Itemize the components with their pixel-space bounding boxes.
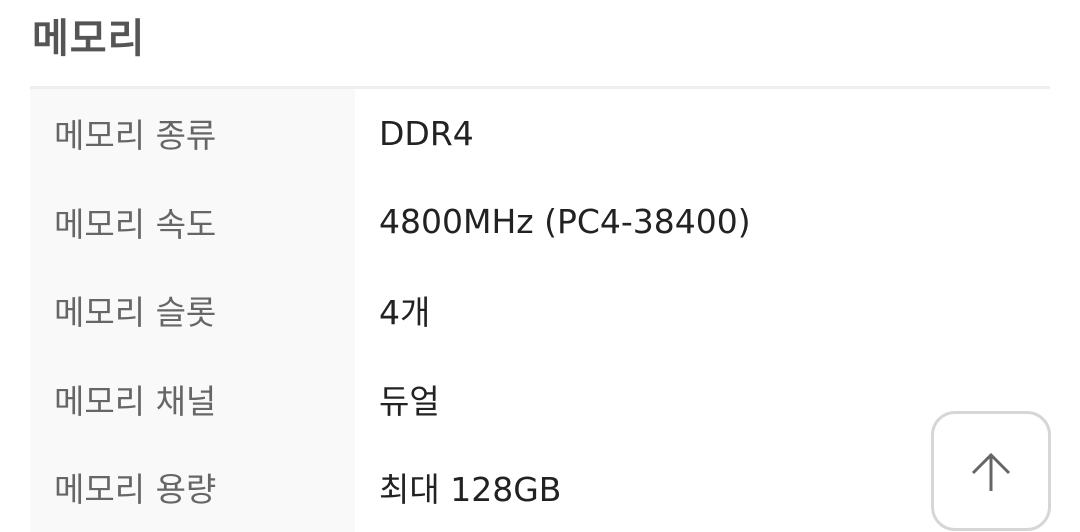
row-label: 메모리 슬롯	[30, 266, 355, 355]
row-label: 메모리 용량	[30, 443, 355, 532]
section-title: 메모리	[32, 16, 146, 62]
row-label: 메모리 종류	[30, 89, 355, 178]
scroll-to-top-button[interactable]	[931, 411, 1051, 531]
table-row: 메모리 속도 4800MHz (PC4-38400)	[30, 177, 1050, 266]
row-value: 4800MHz (PC4-38400)	[379, 202, 751, 242]
row-label: 메모리 채널	[30, 354, 355, 443]
row-value: 4개	[379, 293, 431, 333]
row-value: DDR4	[379, 113, 474, 153]
spec-table: 메모리 종류 DDR4 메모리 속도 4800MHz (PC4-38400) 메모리…	[30, 86, 1050, 532]
table-row: 메모리 슬롯 4개	[30, 266, 1050, 355]
row-label: 메모리 속도	[30, 177, 355, 266]
table-row: 메모리 용량 최대 128GB	[30, 443, 1050, 532]
table-row: 메모리 종류 DDR4	[30, 89, 1050, 178]
arrow-up-icon	[971, 452, 1011, 491]
table-row: 메모리 채널 듀얼	[30, 354, 1050, 443]
